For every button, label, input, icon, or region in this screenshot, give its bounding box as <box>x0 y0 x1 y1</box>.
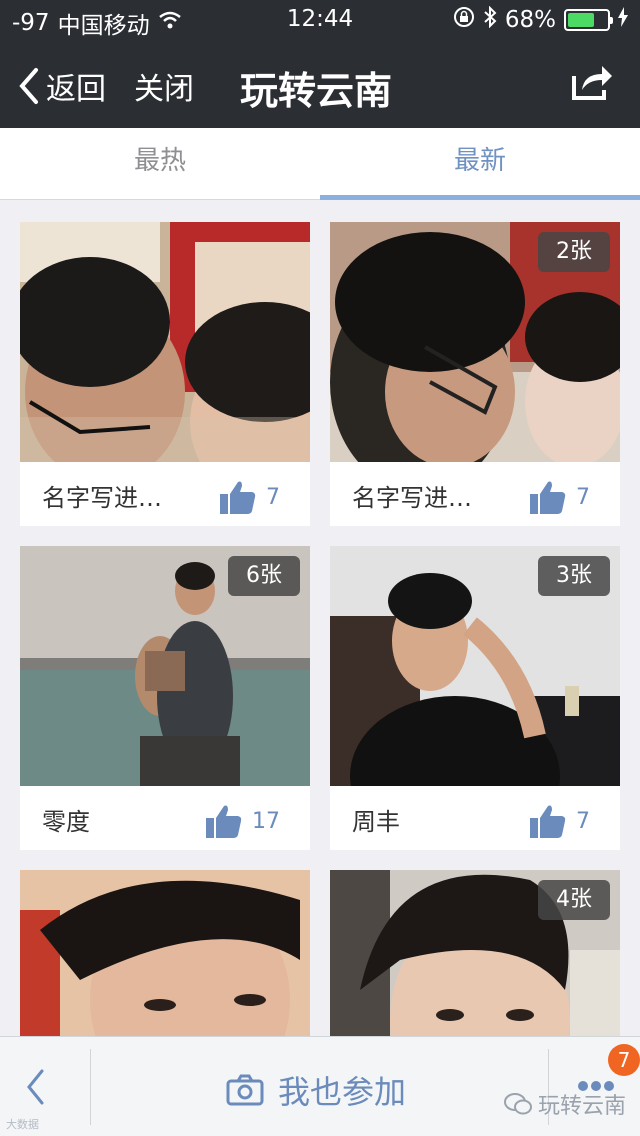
close-button[interactable]: 关闭 <box>134 64 194 108</box>
watermark-small: 大数据 <box>6 1118 39 1131</box>
camera-icon <box>226 1074 264 1106</box>
tab-newest[interactable]: 最新 <box>320 128 640 200</box>
battery-percent: 68% <box>504 7 556 33</box>
divider <box>90 1049 91 1125</box>
battery-fill <box>568 13 594 27</box>
entry-meta: 零度 17 <box>20 786 310 850</box>
entry-name: 名字写进… <box>42 484 162 512</box>
entry-card[interactable]: 4张 <box>330 870 620 1036</box>
bottom-back-button[interactable] <box>24 1067 46 1111</box>
entry-card[interactable]: 2张 名字写进… 7 <box>330 222 620 526</box>
notification-badge: 7 <box>608 1044 640 1076</box>
entry-name: 零度 <box>42 808 90 836</box>
status-bar: -97 中国移动 12:44 68% <box>0 0 640 40</box>
page-title: 玩转云南 <box>240 69 393 113</box>
entry-card[interactable] <box>20 870 310 1036</box>
like-count: 7 <box>576 808 590 834</box>
bluetooth-icon <box>483 5 497 34</box>
thumbs-up-icon <box>530 481 566 514</box>
join-label: 我也参加 <box>278 1073 407 1111</box>
join-button[interactable]: 我也参加 <box>226 1067 406 1113</box>
watermark-text: 玩转云南 <box>538 1094 627 1119</box>
entry-name: 周丰 <box>352 808 400 836</box>
like-button[interactable]: 7 <box>530 804 590 838</box>
entry-photo[interactable] <box>20 870 310 1036</box>
entry-meta: 名字写进… 7 <box>330 462 620 526</box>
like-count: 7 <box>576 484 590 510</box>
entry-meta: 名字写进… 7 <box>20 462 310 526</box>
photo-count-badge: 6张 <box>228 556 300 596</box>
back-label: 返回 <box>46 72 106 107</box>
rotation-lock-icon <box>453 6 475 34</box>
bottom-bar: 我也参加 <box>0 1036 640 1136</box>
photo-count-badge: 4张 <box>538 880 610 920</box>
like-count: 17 <box>252 808 280 834</box>
thumbs-up-icon <box>220 481 256 514</box>
share-icon <box>572 66 612 100</box>
entry-name: 名字写进… <box>352 484 472 512</box>
like-count: 7 <box>266 484 280 510</box>
entry-card[interactable]: 6张 零度 17 <box>20 546 310 850</box>
watermark: 玩转云南 <box>504 1088 626 1120</box>
entry-photo[interactable] <box>20 222 310 462</box>
back-button[interactable]: 返回 <box>18 64 106 108</box>
tab-hot[interactable]: 最热 <box>0 128 320 200</box>
wechat-icon <box>504 1093 532 1115</box>
tab-bar: 最热 最新 <box>0 128 640 200</box>
status-right: 68% <box>453 5 628 34</box>
chevron-left-icon <box>19 68 38 104</box>
photo-count-badge: 3张 <box>538 556 610 596</box>
entry-grid: 名字写进… 7 2张 名字写进… 7 6张 零度 17 3张 周丰 7 4张 <box>0 200 640 1036</box>
like-button[interactable]: 17 <box>206 804 280 838</box>
chevron-left-icon <box>27 1069 44 1105</box>
photo-count-badge: 2张 <box>538 232 610 272</box>
share-button[interactable] <box>570 62 614 106</box>
nav-bar: 返回 关闭 玩转云南 <box>0 40 640 128</box>
like-button[interactable]: 7 <box>530 480 590 514</box>
like-button[interactable]: 7 <box>220 480 280 514</box>
entry-card[interactable]: 3张 周丰 7 <box>330 546 620 850</box>
thumbs-up-icon <box>530 805 566 838</box>
entry-card[interactable]: 名字写进… 7 <box>20 222 310 526</box>
charging-icon <box>618 7 628 33</box>
thumbs-up-icon <box>206 805 242 838</box>
entry-meta: 周丰 7 <box>330 786 620 850</box>
battery-icon <box>564 9 613 31</box>
